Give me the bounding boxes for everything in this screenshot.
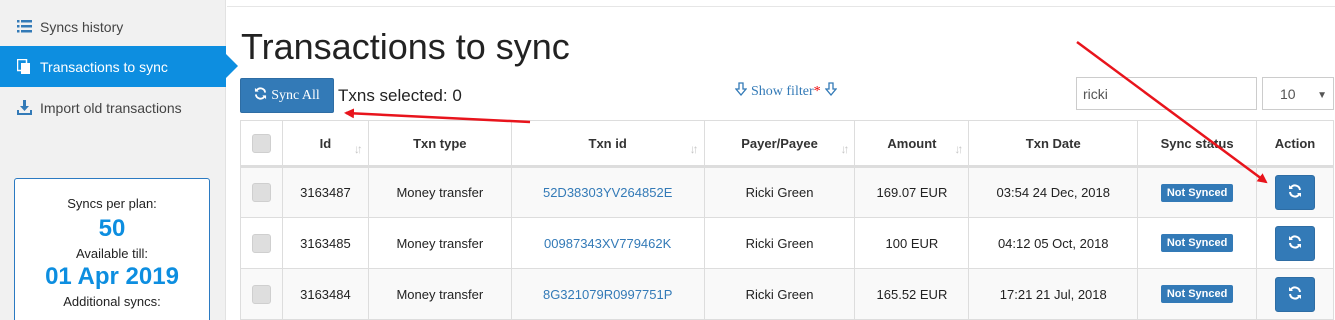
table-row: 3163487 Money transfer 52D38303YV264852E…: [240, 166, 1334, 218]
column-header-id[interactable]: Id ↓↑: [281, 120, 369, 168]
refresh-icon: [254, 86, 267, 105]
list-icon: [16, 19, 32, 35]
additional-syncs-label: Additional syncs:: [63, 294, 161, 309]
sort-icon: ↓↑: [840, 142, 849, 156]
cell-date: 04:12 05 Oct, 2018: [968, 217, 1139, 269]
page-title: Transactions to sync: [241, 26, 570, 67]
column-header-txn-id[interactable]: Txn id ↓↑: [510, 120, 705, 168]
sync-row-button[interactable]: [1275, 276, 1315, 312]
syncs-per-plan-label: Syncs per plan:: [67, 196, 157, 211]
refresh-icon: [1288, 184, 1302, 201]
arrow-down-icon: [824, 82, 837, 101]
sidebar-item-import-old-transactions[interactable]: Import old transactions: [0, 87, 226, 128]
cell-txn-type: Money transfer: [367, 268, 512, 320]
cell-payee: Ricki Green: [703, 217, 856, 269]
sidebar-item-label: Syncs history: [40, 18, 124, 35]
caret-down-icon: ▼: [1317, 90, 1327, 101]
transactions-table: Id ↓↑ Txn type Txn id ↓↑ Payer/Payee ↓↑ Amo…: [240, 120, 1334, 320]
cell-id: 3163484: [281, 268, 369, 320]
row-checkbox[interactable]: [251, 284, 271, 304]
cell-amount: 100 EUR: [854, 217, 970, 269]
table-row: 3163484 Money transfer 8G321079R0997751P…: [240, 268, 1334, 320]
column-header-payer-payee[interactable]: Payer/Payee ↓↑: [703, 120, 856, 168]
column-header-amount[interactable]: Amount ↓↑: [854, 120, 970, 168]
sort-icon: ↓↑: [954, 142, 963, 156]
show-filter-label: Show filter: [751, 83, 814, 99]
arrow-down-icon: [734, 82, 748, 101]
available-till-value: 01 Apr 2019: [45, 263, 179, 290]
sync-all-label: Sync All: [271, 87, 320, 103]
cell-date: 03:54 24 Dec, 2018: [968, 166, 1139, 218]
sort-icon: ↓↑: [689, 142, 699, 156]
main-content: Transactions to sync Sync All Txns selec…: [227, 0, 1335, 320]
column-header-txn-type: Txn type: [367, 120, 512, 168]
cell-amount: 169.07 EUR: [854, 166, 970, 218]
column-header-txn-date: Txn Date: [968, 120, 1139, 168]
table-header-row: Id ↓↑ Txn type Txn id ↓↑ Payer/Payee ↓↑ Amo…: [240, 120, 1334, 168]
cell-date: 17:21 21 Jul, 2018: [968, 268, 1139, 320]
table-row: 3163485 Money transfer 00987343XV779462K…: [240, 217, 1334, 269]
refresh-icon: [1288, 285, 1302, 303]
status-badge: Not Synced: [1160, 183, 1234, 202]
sidebar-item-label: Transactions to sync: [40, 58, 168, 75]
sync-row-button[interactable]: [1275, 175, 1315, 210]
app-root: Syncs history Transactions to sync Impor…: [0, 0, 1335, 320]
cell-id: 3163485: [281, 217, 369, 269]
sidebar-item-syncs-history[interactable]: Syncs history: [0, 6, 226, 47]
cell-payee: Ricki Green: [703, 268, 856, 320]
syncs-per-plan-value: 50: [98, 215, 126, 242]
page-size-select[interactable]: 10 ▼: [1262, 77, 1334, 110]
filter-active-marker: *: [813, 83, 821, 99]
page-size-value: 10: [1280, 85, 1296, 102]
sidebar-item-transactions-to-sync[interactable]: Transactions to sync: [0, 46, 238, 87]
sort-icon: ↓↑: [353, 142, 363, 156]
txn-id-link[interactable]: 52D38303YV264852E: [543, 185, 672, 200]
sync-row-button[interactable]: [1275, 225, 1315, 261]
cell-amount: 165.52 EUR: [854, 268, 970, 320]
refresh-icon: [1288, 234, 1302, 252]
available-till-label: Available till:: [75, 246, 149, 261]
copy-icon: [16, 58, 32, 75]
show-filter-toggle[interactable]: Show filter*: [734, 82, 837, 101]
row-checkbox[interactable]: [251, 183, 271, 202]
cell-payee: Ricki Green: [703, 166, 856, 218]
search-input[interactable]: [1076, 77, 1257, 110]
column-header-sync-status: Sync status: [1137, 120, 1258, 168]
txn-id-link[interactable]: 00987343XV779462K: [544, 236, 671, 251]
sidebar: Syncs history Transactions to sync Impor…: [0, 0, 238, 320]
column-header-action: Action: [1256, 120, 1334, 168]
cell-txn-type: Money transfer: [367, 217, 512, 269]
status-badge: Not Synced: [1160, 234, 1234, 252]
row-checkbox[interactable]: [251, 233, 271, 253]
plan-info-box: Syncs per plan: 50 Available till: 01 Ap…: [14, 178, 210, 320]
select-all-header[interactable]: [240, 120, 283, 168]
txns-selected-count: Txns selected: 0: [338, 86, 462, 105]
txn-id-link[interactable]: 8G321079R0997751P: [543, 287, 672, 302]
cell-txn-type: Money transfer: [367, 166, 512, 218]
status-badge: Not Synced: [1160, 285, 1234, 303]
sidebar-item-label: Import old transactions: [40, 99, 182, 116]
select-all-checkbox[interactable]: [251, 133, 271, 153]
sync-all-button[interactable]: Sync All: [240, 78, 334, 113]
download-icon: [16, 100, 32, 116]
divider: [227, 6, 1335, 7]
cell-id: 3163487: [281, 166, 369, 218]
